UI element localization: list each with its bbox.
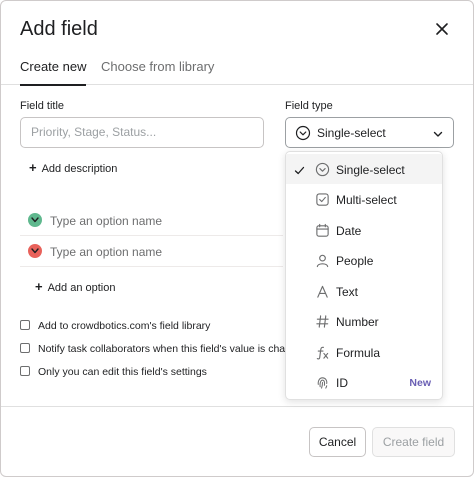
footer-divider	[1, 406, 473, 407]
multi-select-icon	[315, 192, 330, 212]
field-type-value: Single-select	[317, 126, 386, 140]
field-title-label: Field title	[20, 100, 65, 112]
add-field-dialog: Add field Create new Choose from library…	[0, 0, 474, 477]
menu-item-label: People	[336, 254, 374, 268]
add-option-link[interactable]: + Add an option	[35, 279, 115, 294]
calendar-icon	[315, 223, 330, 243]
menu-item-id[interactable]: ID New	[286, 367, 442, 397]
field-library-checkbox[interactable]	[20, 320, 30, 330]
create-field-button[interactable]: Create field	[372, 427, 455, 457]
option-name-input[interactable]: Type an option name	[50, 245, 162, 259]
menu-item-multi-select[interactable]: Multi-select	[286, 184, 442, 214]
menu-item-number[interactable]: Number	[286, 306, 442, 336]
menu-item-label: ID	[336, 376, 348, 390]
chevron-down-icon	[31, 248, 39, 254]
checkbox-label: Add to crowdbotics.com's field library	[38, 320, 211, 332]
formula-icon	[315, 345, 330, 365]
notify-collaborators-checkbox[interactable]	[20, 343, 30, 353]
option-name-input[interactable]: Type an option name	[50, 214, 162, 228]
menu-item-formula[interactable]: Formula	[286, 337, 442, 367]
checkbox-row: Add to crowdbotics.com's field library	[20, 320, 210, 332]
fingerprint-icon	[315, 375, 330, 395]
plus-icon: +	[35, 279, 43, 294]
field-type-select[interactable]: Single-select	[285, 117, 454, 148]
option-row[interactable]: Type an option name	[20, 237, 283, 267]
menu-item-date[interactable]: Date	[286, 215, 442, 245]
checkbox-label: Notify task collaborators when this fiel…	[38, 343, 285, 355]
checkbox-row: Only you can edit this field's settings	[20, 366, 207, 378]
hash-icon	[315, 314, 330, 334]
field-title-input[interactable]: Priority, Stage, Status...	[20, 117, 264, 148]
chevron-down-icon	[432, 127, 444, 145]
add-description-link[interactable]: + Add description	[29, 160, 117, 175]
tab-choose-from-library[interactable]: Choose from library	[101, 59, 214, 84]
field-type-label: Field type	[285, 100, 333, 112]
menu-item-label: Number	[336, 315, 379, 329]
menu-item-single-select[interactable]: Single-select	[286, 154, 442, 184]
menu-item-label: Date	[336, 224, 362, 238]
menu-item-people[interactable]: People	[286, 245, 442, 275]
person-icon	[315, 253, 330, 273]
add-description-label: Add description	[41, 163, 118, 175]
single-select-icon	[315, 162, 330, 182]
menu-item-label: Multi-select	[336, 193, 397, 207]
single-select-icon	[295, 125, 311, 146]
chevron-down-icon	[31, 217, 39, 223]
plus-icon: +	[29, 160, 37, 175]
menu-item-label: Text	[336, 285, 359, 299]
text-icon	[315, 284, 330, 304]
close-icon[interactable]	[431, 18, 453, 40]
option-row[interactable]: Type an option name	[20, 206, 283, 236]
check-icon	[294, 163, 305, 181]
checkbox-label: Only you can edit this field's settings	[38, 366, 207, 378]
checkbox-row: Notify task collaborators when this fiel…	[20, 343, 285, 355]
option-color-picker[interactable]	[28, 213, 42, 227]
cancel-button[interactable]: Cancel	[309, 427, 366, 457]
menu-item-label: Single-select	[336, 163, 405, 177]
tab-bar: Create new Choose from library	[1, 57, 473, 86]
option-color-picker[interactable]	[28, 244, 42, 258]
menu-item-label: Formula	[336, 346, 381, 360]
field-type-menu: Single-select Multi-select Date People T…	[285, 151, 443, 400]
close-button[interactable]	[431, 18, 453, 40]
tab-create-new[interactable]: Create new	[20, 59, 87, 86]
only-you-edit-checkbox[interactable]	[20, 366, 30, 376]
add-option-label: Add an option	[47, 282, 116, 294]
new-badge: New	[409, 377, 431, 389]
menu-item-text[interactable]: Text	[286, 276, 442, 306]
dialog-title: Add field	[20, 18, 98, 40]
